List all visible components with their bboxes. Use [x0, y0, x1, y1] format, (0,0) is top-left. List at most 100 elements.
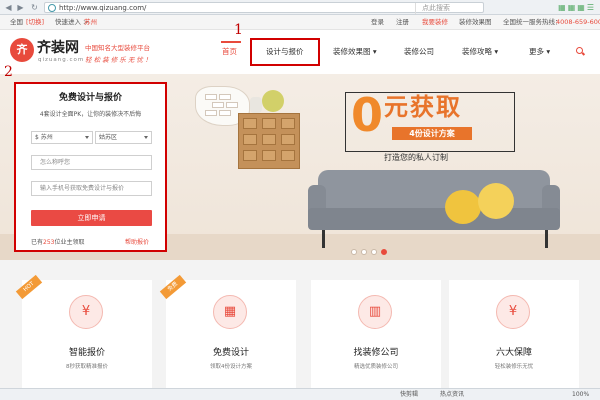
- drawer: [281, 118, 295, 129]
- calculator-icon: ¥: [69, 295, 103, 329]
- slogan-line-2: 轻 松 装 修 乐 无 忧 ！: [85, 56, 152, 64]
- address-bar[interactable]: http://www.qizuang.com/ 点此搜索: [44, 2, 484, 14]
- drawer: [243, 134, 257, 145]
- browser-statusbar: 快剪辑 热点资讯 100%: [0, 388, 600, 400]
- claim-count: 已有253位业主领取: [31, 239, 85, 246]
- register-link[interactable]: 注册: [396, 15, 409, 30]
- plant-decor: [262, 90, 284, 112]
- claim-count-number: 253: [43, 239, 55, 246]
- brick: [205, 94, 217, 100]
- forward-icon[interactable]: ▶: [15, 2, 26, 13]
- carousel-dot[interactable]: [361, 249, 367, 255]
- drawer: [262, 150, 276, 161]
- brick: [226, 102, 238, 108]
- city-link[interactable]: 苏州: [84, 15, 97, 30]
- annotation-label-1: 1: [234, 22, 243, 38]
- vase-decor: [250, 97, 262, 113]
- browser-search-input[interactable]: 点此搜索: [415, 3, 528, 14]
- name-input[interactable]: 怎么称呼您: [31, 155, 152, 170]
- logo-domain: qizuang.com: [38, 57, 85, 63]
- shield-icon: ¥: [496, 295, 530, 329]
- slogan-line-1: 中国知名大型装修平台: [85, 44, 150, 52]
- district-select[interactable]: 姑苏区: [95, 131, 152, 144]
- chevron-down-icon: [85, 136, 89, 139]
- nav-company[interactable]: 装修公司: [404, 30, 434, 74]
- hotline-number: 4008-659-600: [556, 18, 600, 26]
- apply-button[interactable]: 立即申请: [31, 210, 152, 226]
- pillow-decor: [478, 183, 514, 219]
- card-title: 六大保障: [495, 348, 532, 358]
- nav-more[interactable]: 更多 ▾: [529, 30, 550, 74]
- help-quote-link[interactable]: 帮助报价: [125, 237, 149, 246]
- nav-effects[interactable]: 装修效果图 ▾: [333, 30, 377, 74]
- form-title: 免费设计与报价: [58, 93, 122, 103]
- drawer: [243, 118, 257, 129]
- chevron-down-icon: [144, 136, 148, 139]
- building-icon: ▥: [358, 295, 392, 329]
- city-select[interactable]: $ 苏州: [31, 131, 93, 144]
- browser-tool-icons[interactable]: ▦▦▦☰: [558, 2, 596, 13]
- carousel-dot[interactable]: [371, 249, 377, 255]
- blueprint-icon: ▦: [213, 295, 247, 329]
- card-free-design[interactable]: 免费 ▦ 免费设计 领取4份设计方案: [159, 274, 296, 388]
- pillow-decor: [445, 190, 481, 224]
- want-decorate-link[interactable]: 我要装修: [422, 15, 448, 30]
- free-design-form: 免费设计与报价 4套设计全面PK，让你的装修决不后悔 $ 苏州 姑苏区 怎么称呼…: [14, 82, 167, 252]
- nav-active-underline: [221, 41, 241, 43]
- card-find-company[interactable]: ▥ 找装修公司 精选优质装修公司: [311, 280, 441, 388]
- brick: [212, 102, 224, 108]
- status-item[interactable]: 热点资讯: [440, 389, 464, 400]
- annotation-label-2: 2: [4, 64, 13, 80]
- site-topbar: 全国 [切换] 快速进入 > 苏州 登录 注册 我要装修 装修效果图 全国统一服…: [0, 15, 600, 30]
- browser-toolbar: ◀ ▶ ↻ http://www.qizuang.com/ 点此搜索 ▦▦▦☰: [0, 0, 600, 15]
- login-link[interactable]: 登录: [371, 15, 384, 30]
- sofa-leg: [545, 230, 548, 248]
- globe-icon: [48, 4, 56, 12]
- promo-subtitle: 打造您的私人订制: [384, 153, 448, 162]
- card-title: 智能报价: [68, 348, 105, 358]
- drawer: [262, 118, 276, 129]
- hot-tag: HOT: [15, 274, 43, 300]
- promo-headline: 元获取: [384, 93, 462, 121]
- carousel-dot-active[interactable]: [381, 249, 387, 255]
- form-description: 4套设计全面PK，让你的装修决不后悔: [39, 111, 142, 118]
- card-guarantee[interactable]: ¥ 六大保障 轻松装修乐无忧: [449, 280, 579, 388]
- brick: [205, 110, 217, 116]
- drawer: [243, 150, 257, 161]
- search-icon[interactable]: [576, 47, 583, 54]
- card-desc: 轻松装修乐无忧: [494, 364, 534, 370]
- brick: [219, 94, 231, 100]
- drawer: [281, 150, 295, 161]
- service-cards: HOT ¥ 智能报价 8秒获取精准报价 免费 ▦ 免费设计 领取4份设计方案 ▥…: [0, 260, 600, 388]
- card-title: 找装修公司: [353, 348, 399, 358]
- hotline-label: 全国统一服务热线：: [503, 18, 562, 26]
- drawer: [262, 134, 276, 145]
- refresh-icon[interactable]: ↻: [29, 2, 40, 13]
- card-desc: 精选优质装修公司: [353, 364, 398, 370]
- card-title: 免费设计: [212, 348, 249, 358]
- card-desc: 8秒获取精准报价: [66, 364, 108, 370]
- free-tag: 免费: [159, 274, 187, 300]
- status-item[interactable]: 快剪辑: [400, 389, 418, 400]
- brick: [219, 110, 231, 116]
- url-text: http://www.qizuang.com/: [59, 4, 147, 12]
- region-label: 全国: [10, 18, 23, 26]
- sofa-seat: [308, 208, 560, 230]
- promo-strip: 4份设计方案: [392, 127, 472, 140]
- switch-region-link[interactable]: [切换]: [26, 15, 44, 30]
- card-desc: 领取4份设计方案: [210, 364, 252, 370]
- logo-icon[interactable]: 齐: [10, 38, 34, 62]
- card-smart-quote[interactable]: HOT ¥ 智能报价 8秒获取精准报价: [15, 274, 152, 388]
- zoom-level[interactable]: 100%: [572, 389, 589, 400]
- logo-name[interactable]: 齐装网: [37, 37, 79, 57]
- highlight-box-design-quote: [250, 38, 320, 66]
- effects-link[interactable]: 装修效果图: [459, 15, 492, 30]
- carousel-dot[interactable]: [351, 249, 357, 255]
- drawer: [281, 134, 295, 145]
- back-icon[interactable]: ◀: [3, 2, 14, 13]
- dresser-image: [238, 113, 300, 169]
- sofa-leg: [322, 230, 325, 248]
- nav-guide[interactable]: 装修攻略 ▾: [462, 30, 498, 74]
- phone-input[interactable]: 输入手机号获取免费设计与报价: [31, 181, 152, 196]
- promo-zero: 0: [351, 88, 384, 142]
